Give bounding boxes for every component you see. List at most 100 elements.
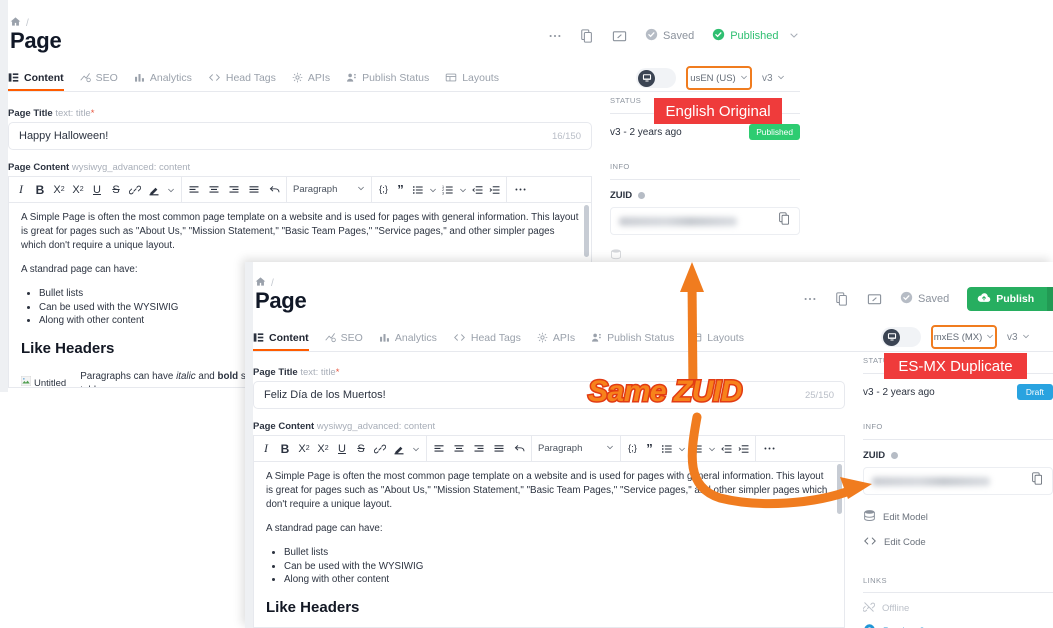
align-justify-icon[interactable] bbox=[491, 438, 507, 460]
subscript-icon[interactable]: X2 bbox=[296, 438, 312, 460]
bullet-list-icon[interactable] bbox=[410, 179, 425, 201]
zuid-value-field[interactable] bbox=[863, 467, 1053, 495]
align-left-icon[interactable] bbox=[431, 438, 447, 460]
tab-content[interactable]: Content bbox=[8, 72, 64, 91]
undo-icon[interactable] bbox=[266, 179, 282, 201]
preview-window-icon[interactable] bbox=[867, 292, 882, 307]
caret-down-icon[interactable] bbox=[1047, 287, 1053, 311]
tab-label: Head Tags bbox=[225, 71, 276, 84]
duplicate-icon[interactable] bbox=[580, 29, 594, 43]
align-center-icon[interactable] bbox=[451, 438, 467, 460]
edit-model-link[interactable]: Edit Model bbox=[863, 509, 1053, 525]
tab-seo[interactable]: SEO bbox=[325, 332, 363, 350]
published-status[interactable]: Published bbox=[712, 28, 779, 44]
anchor-icon[interactable]: {;} bbox=[376, 179, 391, 201]
chevron-down-icon[interactable] bbox=[165, 179, 177, 201]
indent-icon[interactable] bbox=[736, 438, 751, 460]
device-preview-toggle[interactable] bbox=[881, 327, 921, 347]
tab-apis[interactable]: APIs bbox=[537, 332, 575, 350]
tab-head-tags[interactable]: Head Tags bbox=[208, 72, 276, 90]
saved-status: Saved bbox=[645, 28, 694, 44]
info-dot-icon[interactable] bbox=[638, 192, 646, 199]
ellipsis-icon[interactable] bbox=[803, 292, 817, 306]
tab-analytics[interactable]: Analytics bbox=[134, 72, 192, 90]
copy-icon[interactable] bbox=[778, 212, 791, 230]
chevron-down-icon[interactable] bbox=[676, 438, 687, 460]
zuid-value-field[interactable] bbox=[610, 207, 800, 235]
chevron-down-icon[interactable] bbox=[457, 179, 468, 201]
edit-code-link[interactable]: Edit Code bbox=[863, 535, 1053, 550]
align-left-icon[interactable] bbox=[186, 179, 202, 201]
tab-analytics[interactable]: Analytics bbox=[379, 332, 437, 350]
page-title-input[interactable]: Feliz Día de los Muertos! 25/150 bbox=[253, 381, 845, 409]
underline-icon[interactable]: U bbox=[334, 438, 350, 460]
language-selector[interactable]: mxES (MX) bbox=[931, 325, 997, 349]
underline-icon[interactable]: U bbox=[89, 179, 105, 201]
align-justify-icon[interactable] bbox=[246, 179, 262, 201]
tab-layouts[interactable]: Layouts bbox=[690, 332, 744, 350]
superscript-icon[interactable]: X2 bbox=[315, 438, 331, 460]
toolbar-more-icon[interactable] bbox=[756, 438, 782, 460]
version-selector[interactable]: v3 bbox=[762, 73, 785, 84]
blockquote-icon[interactable]: ” bbox=[393, 179, 408, 201]
preview-link[interactable]: Preview 3 bbox=[863, 623, 1053, 628]
version-line: v3 - 2 years ago bbox=[610, 126, 682, 138]
bold-icon[interactable]: B bbox=[277, 438, 293, 460]
chevron-down-icon[interactable] bbox=[427, 179, 438, 201]
strikethrough-icon[interactable]: S bbox=[108, 179, 124, 201]
numbered-list-icon[interactable]: 123 bbox=[689, 438, 704, 460]
tab-layouts[interactable]: Layouts bbox=[445, 72, 499, 90]
undo-icon[interactable] bbox=[511, 438, 527, 460]
numbered-list-icon[interactable]: 123 bbox=[440, 179, 455, 201]
device-preview-toggle[interactable] bbox=[636, 68, 676, 88]
ellipsis-icon[interactable] bbox=[548, 29, 562, 43]
chevron-down-icon[interactable] bbox=[706, 438, 717, 460]
text-color-icon[interactable] bbox=[146, 179, 162, 201]
bullet-list-icon[interactable] bbox=[659, 438, 674, 460]
tab-publish-status[interactable]: Publish Status bbox=[346, 72, 429, 90]
link-icon[interactable] bbox=[372, 438, 388, 460]
text-color-icon[interactable] bbox=[391, 438, 407, 460]
bold-icon[interactable]: B bbox=[32, 179, 48, 201]
anchor-icon[interactable]: {;} bbox=[625, 438, 640, 460]
toolbar-more-icon[interactable] bbox=[507, 179, 533, 201]
indent-icon[interactable] bbox=[487, 179, 502, 201]
strikethrough-icon[interactable]: S bbox=[353, 438, 369, 460]
layouts-icon bbox=[690, 332, 702, 343]
chevron-down-icon[interactable] bbox=[789, 30, 799, 43]
offline-link[interactable]: Offline bbox=[862, 601, 1053, 616]
tab-head-tags[interactable]: Head Tags bbox=[453, 332, 521, 350]
tab-apis[interactable]: APIs bbox=[292, 72, 330, 90]
align-center-icon[interactable] bbox=[206, 179, 222, 201]
tab-content[interactable]: Content bbox=[253, 332, 309, 351]
annotation-es-mx-duplicate: ES-MX Duplicate bbox=[884, 353, 1027, 379]
italic-icon[interactable]: I bbox=[258, 438, 274, 460]
superscript-icon[interactable]: X2 bbox=[70, 179, 86, 201]
tab-publish-status[interactable]: Publish Status bbox=[591, 332, 674, 350]
link-icon[interactable] bbox=[127, 179, 143, 201]
wysiwyg-editor-body[interactable]: A Simple Page is often the most common p… bbox=[253, 461, 845, 628]
info-dot-icon[interactable] bbox=[891, 452, 899, 459]
outdent-icon[interactable] bbox=[470, 179, 485, 201]
chevron-down-icon[interactable] bbox=[410, 438, 422, 460]
editor-scrollbar[interactable] bbox=[836, 464, 843, 625]
copy-icon[interactable] bbox=[1031, 472, 1044, 490]
italic-icon[interactable]: I bbox=[13, 179, 29, 201]
align-right-icon[interactable] bbox=[471, 438, 487, 460]
preview-window-icon[interactable] bbox=[612, 29, 627, 44]
desktop-icon[interactable] bbox=[638, 69, 655, 87]
language-selector[interactable]: usEN (US) bbox=[686, 66, 752, 90]
desktop-icon[interactable] bbox=[883, 328, 900, 346]
publish-button[interactable]: Publish bbox=[967, 287, 1053, 311]
paragraph-format-select[interactable]: Paragraph bbox=[532, 438, 620, 460]
page-title-input[interactable]: Happy Halloween! 16/150 bbox=[8, 122, 592, 150]
tab-seo[interactable]: SEO bbox=[80, 72, 118, 90]
outdent-icon[interactable] bbox=[719, 438, 734, 460]
align-right-icon[interactable] bbox=[226, 179, 242, 201]
subscript-icon[interactable]: X2 bbox=[51, 179, 67, 201]
version-selector[interactable]: v3 bbox=[1007, 332, 1030, 343]
edit-model-label: Edit Model bbox=[883, 511, 928, 523]
paragraph-format-select[interactable]: Paragraph bbox=[287, 179, 371, 201]
blockquote-icon[interactable]: ” bbox=[642, 438, 657, 460]
duplicate-icon[interactable] bbox=[835, 292, 849, 306]
